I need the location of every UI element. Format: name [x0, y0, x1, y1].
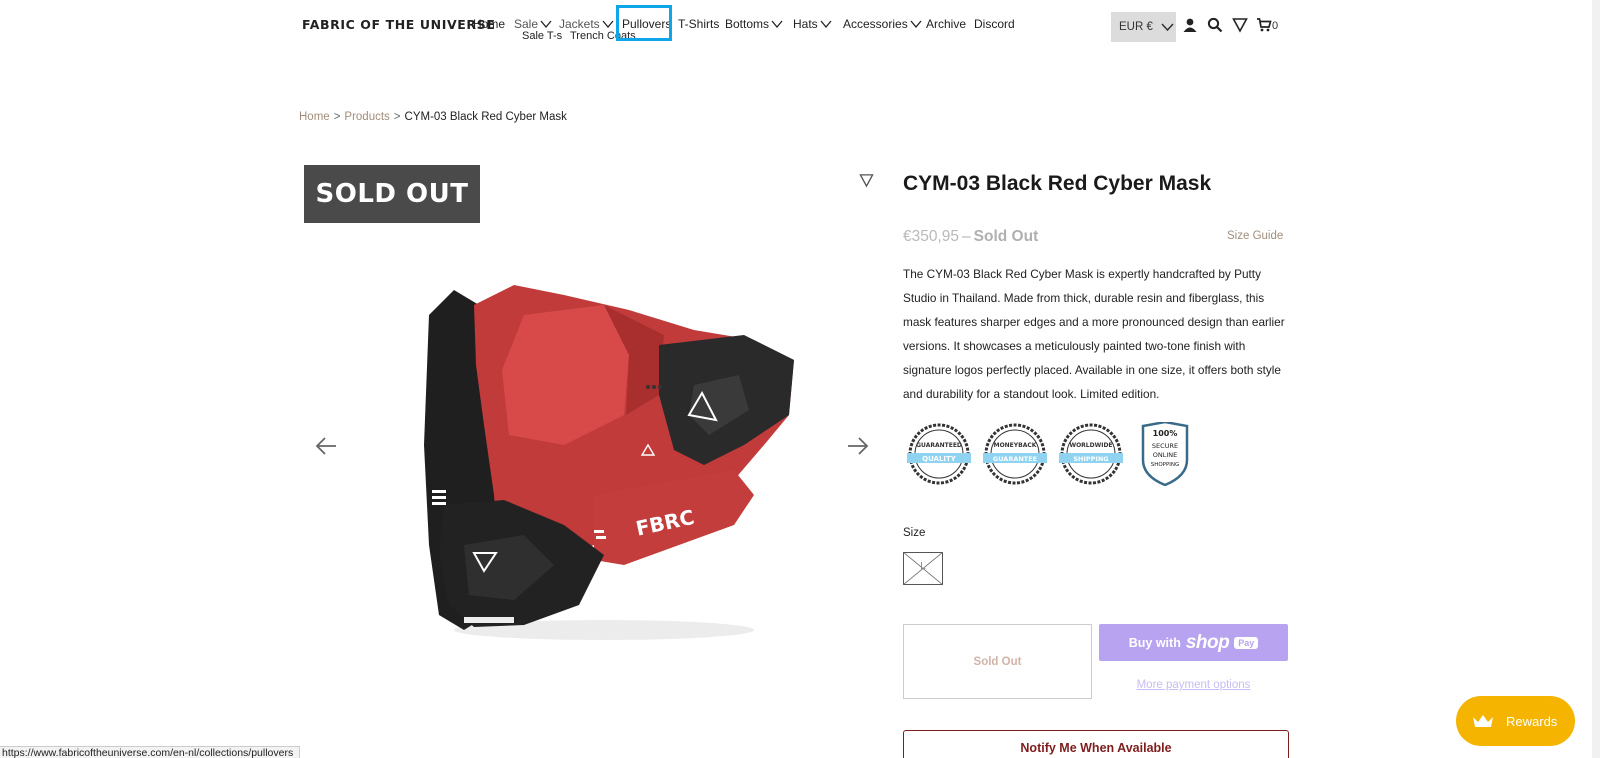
badge-text: MONEYBACK	[994, 442, 1037, 449]
breadcrumb-separator: >	[333, 111, 341, 123]
badge-text: GUARANTEED	[916, 442, 962, 449]
badge-text: SECURE	[1152, 442, 1178, 450]
badge-ribbon-text: QUALITY	[922, 455, 957, 463]
nav-home[interactable]: Home	[473, 17, 505, 31]
nav-bottoms-label: Bottoms	[725, 17, 770, 31]
chevron-down-icon	[1161, 23, 1174, 32]
price-row: €350,95– Sold Out	[903, 228, 1038, 246]
shop-pay-button[interactable]: Buy with shop Pay	[1099, 624, 1288, 661]
quality-badge: GUARANTEED QUALITY	[907, 423, 971, 485]
more-payment-options-link[interactable]: More payment options	[1099, 679, 1288, 691]
site-header: FABRIC OF THE UNIVERSE Home Sale Jackets…	[0, 0, 1600, 50]
breadcrumb-home[interactable]: Home	[299, 111, 330, 123]
hover-highlight	[616, 5, 672, 41]
arrow-left-icon[interactable]	[314, 435, 338, 457]
product-title: CYM-03 Black Red Cyber Mask	[903, 172, 1212, 195]
nav-jackets[interactable]: Jackets	[559, 17, 614, 31]
shop-pay-prefix: Buy with	[1128, 635, 1181, 650]
size-option-label: L	[920, 561, 926, 572]
badge-text: SHOPPING	[1151, 462, 1180, 468]
badge-text: ONLINE	[1153, 451, 1178, 459]
breadcrumb-products[interactable]: Products	[344, 111, 389, 123]
trust-badges: GUARANTEED QUALITY MONEYBACK GUARANTEE W…	[905, 422, 1195, 486]
nav-discord[interactable]: Discord	[974, 17, 1015, 31]
badge-text: 100%	[1153, 429, 1178, 438]
breadcrumb-current: CYM-03 Black Red Cyber Mask	[404, 111, 567, 123]
size-label: Size	[903, 527, 926, 539]
rewards-label: Rewards	[1506, 713, 1558, 729]
nav-bottoms[interactable]: Bottoms	[725, 17, 783, 31]
shop-pay-brand: shop	[1185, 631, 1230, 653]
filter-icon[interactable]	[859, 173, 874, 188]
notify-me-button[interactable]: Notify Me When Available	[903, 730, 1289, 758]
moneyback-badge: MONEYBACK GUARANTEE	[983, 423, 1047, 485]
product-image[interactable]: FBRC	[404, 275, 799, 655]
nav-accessories[interactable]: Accessories	[843, 17, 922, 31]
sold-out-badge: SOLD OUT	[304, 165, 480, 223]
chevron-down-icon	[602, 20, 614, 29]
chevron-down-icon	[820, 20, 832, 29]
chevron-down-icon	[771, 20, 783, 29]
nav-hats[interactable]: Hats	[793, 17, 832, 31]
chevron-down-icon	[910, 20, 922, 29]
currency-selector[interactable]: EUR €	[1111, 12, 1176, 42]
product-gallery: SOLD OUT FBRC	[299, 165, 877, 725]
crown-icon	[1473, 715, 1493, 727]
nav-sale[interactable]: Sale	[514, 17, 552, 31]
nav-hats-label: Hats	[793, 17, 818, 31]
nav-tshirts-label: T-Shirts	[678, 17, 720, 31]
site-logo[interactable]: FABRIC OF THE UNIVERSE	[302, 17, 495, 32]
secure-shopping-badge: 100% SECURE ONLINE SHOPPING	[1141, 422, 1189, 486]
product-price: €350,95	[903, 228, 960, 245]
nav-archive-label: Archive	[926, 17, 967, 31]
badge-ribbon-text: SHIPPING	[1073, 455, 1108, 463]
nav-discord-label: Discord	[974, 17, 1015, 31]
nav-accessories-label: Accessories	[843, 17, 908, 31]
submenu-sale-tshirts[interactable]: Sale T-s	[522, 30, 562, 42]
badge-text: WORLDWIDE	[1069, 442, 1112, 449]
search-icon[interactable]	[1207, 17, 1223, 33]
badge-ribbon-text: GUARANTEE	[993, 455, 1037, 463]
status-bar-url: https://www.fabricoftheuniverse.com/en-n…	[0, 746, 301, 758]
sold-out-button[interactable]: Sold Out	[903, 624, 1092, 699]
user-icon[interactable]	[1182, 17, 1198, 33]
rewards-button[interactable]: Rewards	[1456, 696, 1575, 746]
nav-archive[interactable]: Archive	[926, 17, 966, 31]
arrow-right-icon[interactable]	[846, 435, 870, 457]
cart-icon[interactable]	[1256, 17, 1272, 33]
filter-icon[interactable]	[1232, 17, 1248, 33]
currency-label: EUR €	[1119, 21, 1153, 33]
product-description: The CYM-03 Black Red Cyber Mask is exper…	[903, 267, 1285, 401]
shop-pay-pill: Pay	[1234, 636, 1259, 649]
size-option-l[interactable]: L	[903, 552, 943, 585]
shipping-badge: WORLDWIDE SHIPPING	[1059, 423, 1123, 485]
size-guide-link[interactable]: Size Guide	[1227, 230, 1283, 242]
nav-home-label: Home	[473, 17, 506, 31]
chevron-down-icon	[540, 20, 552, 29]
cart-count[interactable]: 0	[1272, 20, 1278, 32]
scrollbar[interactable]	[1592, 0, 1600, 758]
price-dash: –	[962, 228, 971, 245]
nav-tshirts[interactable]: T-Shirts	[678, 17, 719, 31]
availability-status: Sold Out	[973, 228, 1039, 245]
breadcrumb-separator: >	[393, 111, 401, 123]
nav-sale-label: Sale	[514, 17, 539, 31]
breadcrumb: Home > Products > CYM-03 Black Red Cyber Mas…	[299, 111, 567, 123]
nav-jackets-label: Jackets	[559, 17, 600, 31]
